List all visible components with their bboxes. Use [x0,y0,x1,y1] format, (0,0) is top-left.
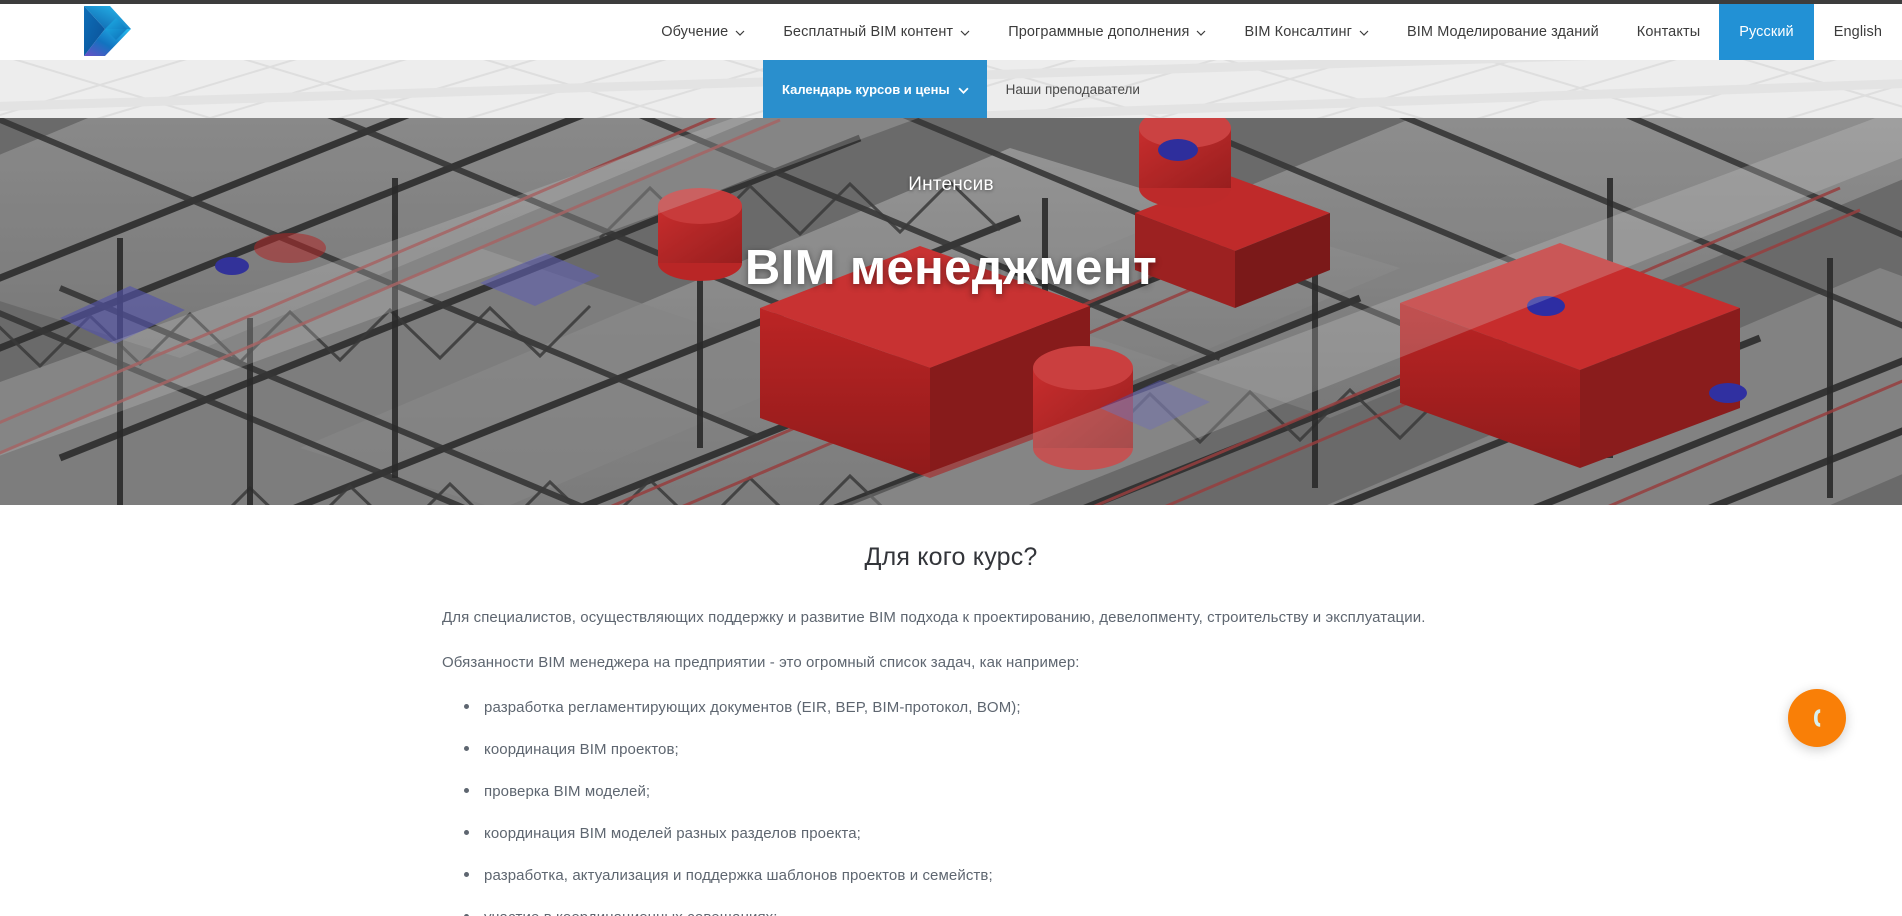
main-content: Для кого курс? Для специалистов, осущест… [0,505,1902,916]
chevron-down-icon [735,28,745,38]
nav-item-bim-modelirovanie-zdanij[interactable]: BIM Моделирование зданий [1388,4,1618,60]
subnav-item-label: Календарь курсов и цены [782,81,950,97]
nav-item-obuchenie[interactable]: Обучение [642,4,764,60]
content-container: Для кого курс? Для специалистов, осущест… [430,543,1472,916]
nav-item-label: Бесплатный BIM контент [783,24,954,40]
intro-paragraph-1: Для специалистов, осуществляющих поддерж… [442,609,1426,626]
callback-button[interactable] [1788,689,1846,747]
secondary-navbar: Календарь курсов и цены Наши преподавате… [0,60,1902,118]
chevron-down-icon [960,28,970,38]
site-logo[interactable] [0,4,155,60]
page-title: Для кого курс? [864,543,1038,571]
chevron-arrow-logo-icon [84,6,131,56]
list-item: проверка BIM моделей; [456,781,1472,802]
secondary-nav-items: Календарь курсов и цены Наши преподавате… [0,60,1902,118]
responsibilities-list: разработка регламентирующих документов (… [456,697,1472,916]
page-root: Обучение Бесплатный BIM контент Программ… [0,0,1902,916]
list-item: участие в координационных совещаниях; [456,907,1472,916]
subnav-item-nashi-prepodavateli[interactable]: Наши преподаватели [987,60,1159,118]
top-accent-strip [0,0,1902,4]
language-label: English [1833,24,1882,40]
subnav-item-kalendar-kursov-i-ceny[interactable]: Календарь курсов и цены [763,60,987,118]
nav-item-programmnye-dopolneniya[interactable]: Программные дополнения [989,4,1225,60]
intro-paragraph-2: Обязанности BIM менеджера на предприятии… [442,654,1080,672]
nav-item-bim-konsalting[interactable]: BIM Консалтинг [1225,4,1388,60]
nav-item-label: Программные дополнения [1008,24,1190,40]
hero-banner: Интенсив BIM менеджмент [0,118,1902,505]
nav-item-kontakty[interactable]: Контакты [1618,4,1719,60]
nav-item-label: BIM Консалтинг [1244,24,1352,40]
hero-title: BIM менеджмент [744,241,1158,295]
list-item: разработка регламентирующих документов (… [456,697,1472,718]
list-item: координация BIM проектов; [456,739,1472,760]
chevron-down-icon [958,85,969,95]
hero-text-block: Интенсив BIM менеджмент [0,118,1902,505]
hero-kicker: Интенсив [908,174,994,195]
phone-handset-icon [1814,709,1821,727]
primary-nav-items: Обучение Бесплатный BIM контент Программ… [642,4,1902,60]
list-item: разработка, актуализация и поддержка шаб… [456,865,1472,886]
language-label: Русский [1739,24,1794,40]
nav-item-label: BIM Моделирование зданий [1406,24,1599,40]
subnav-item-label: Наши преподаватели [1005,81,1140,97]
primary-navbar: Обучение Бесплатный BIM контент Программ… [0,4,1902,60]
chevron-down-icon [1359,28,1369,38]
chevron-down-icon [1196,28,1206,38]
language-switch-russian[interactable]: Русский [1719,4,1814,60]
nav-item-besplatnyj-bim-kontent[interactable]: Бесплатный BIM контент [764,4,989,60]
language-switch-english[interactable]: English [1814,4,1902,60]
nav-item-label: Контакты [1636,24,1701,40]
nav-item-label: Обучение [661,24,729,40]
list-item: координация BIM моделей разных разделов … [456,823,1472,844]
